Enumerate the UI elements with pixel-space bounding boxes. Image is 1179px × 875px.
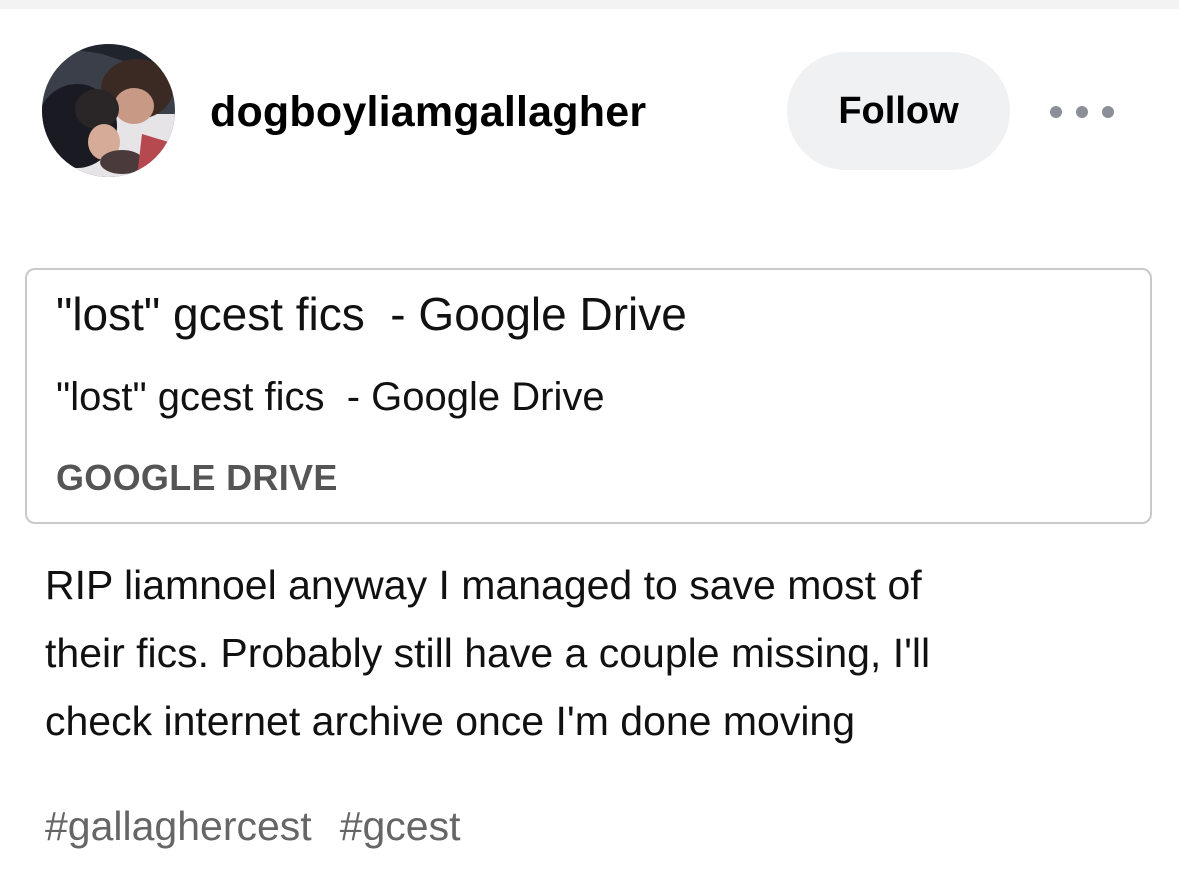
link-title: "lost" gcest fics - Google Drive (56, 288, 687, 340)
post-body-line: their fics. Probably still have a couple… (45, 630, 931, 676)
tag-list: #gallaghercest #gcest (45, 796, 461, 856)
tag-link[interactable]: #gcest (340, 796, 461, 856)
avatar[interactable] (42, 44, 175, 177)
post-body-line: check internet archive once I'm done mov… (45, 698, 856, 744)
follow-button[interactable]: Follow (787, 52, 1010, 170)
dot-icon (1076, 106, 1088, 118)
avatar-image (42, 44, 175, 177)
more-options-icon[interactable] (1050, 100, 1114, 124)
post-body: RIP liamnoel anyway I managed to save mo… (45, 551, 1145, 755)
dot-icon (1102, 106, 1114, 118)
link-description: "lost" gcest fics - Google Drive (56, 375, 605, 419)
post-header: dogboyliamgallagher Follow (0, 0, 1179, 230)
link-source: GOOGLE DRIVE (56, 457, 338, 498)
link-preview-card[interactable]: "lost" gcest fics - Google Drive "lost" … (25, 268, 1152, 524)
username[interactable]: dogboyliamgallagher (210, 86, 646, 138)
dot-icon (1050, 106, 1062, 118)
post-body-line: RIP liamnoel anyway I managed to save mo… (45, 562, 922, 608)
tag-link[interactable]: #gallaghercest (45, 796, 312, 856)
